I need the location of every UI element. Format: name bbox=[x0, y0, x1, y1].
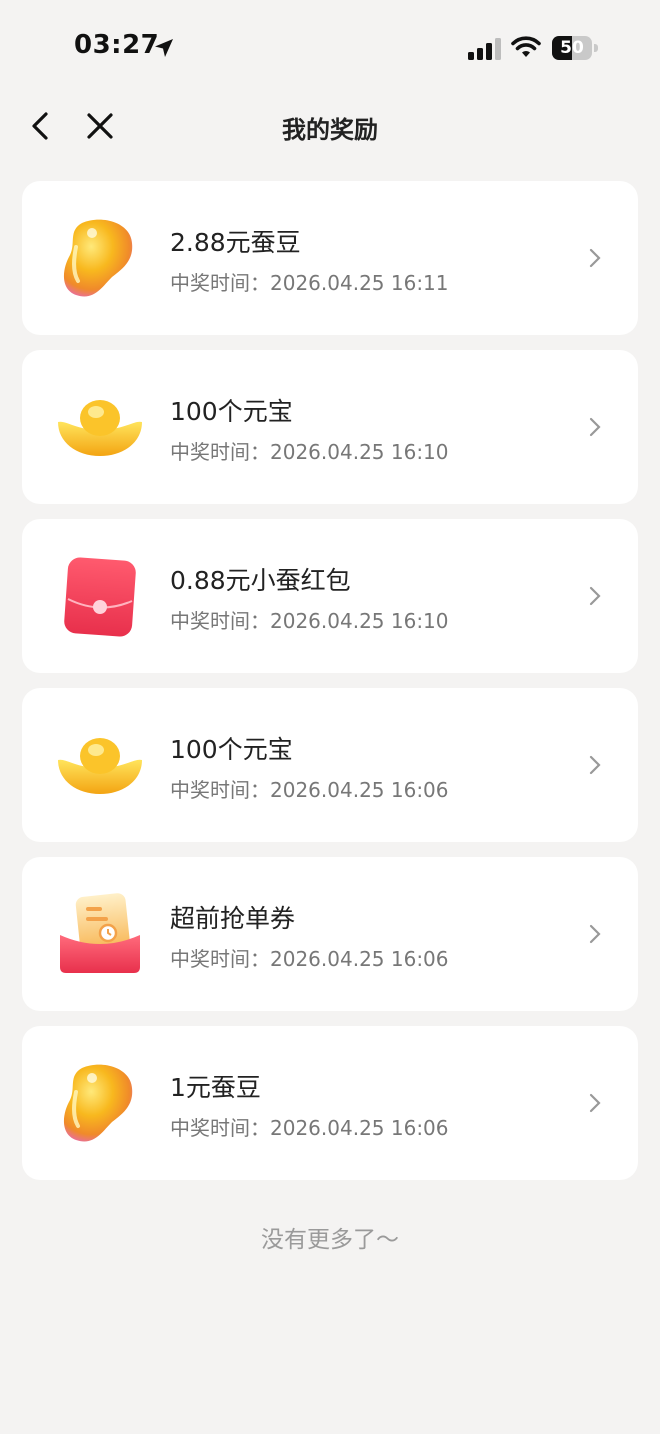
wifi-icon bbox=[511, 36, 541, 57]
reward-name: 100个元宝 bbox=[170, 735, 293, 764]
reward-name: 0.88元小蚕红包 bbox=[170, 566, 351, 595]
bean-icon bbox=[63, 1064, 133, 1142]
battery-level-text: 50 bbox=[560, 38, 584, 58]
reward-item[interactable]: 0.88元小蚕红包 中奖时间：2026.04.25 16:10 bbox=[22, 519, 638, 673]
page-title: 我的奖励 bbox=[282, 116, 378, 144]
gold-ingot-icon bbox=[58, 738, 142, 794]
bean-icon bbox=[63, 219, 133, 297]
chevron-right-icon bbox=[589, 924, 601, 944]
reward-time: 中奖时间：2026.04.25 16:11 bbox=[170, 271, 449, 295]
reward-item[interactable]: 2.88元蚕豆 中奖时间：2026.04.25 16:11 bbox=[22, 181, 638, 335]
status-bar: 03:27 50 bbox=[0, 0, 660, 96]
reward-item[interactable]: 1元蚕豆 中奖时间：2026.04.25 16:06 bbox=[22, 1026, 638, 1180]
reward-name: 1元蚕豆 bbox=[170, 1073, 261, 1102]
reward-list: 2.88元蚕豆 中奖时间：2026.04.25 16:11 100个元宝 中奖时… bbox=[22, 181, 638, 1195]
nav-bar: 我的奖励 bbox=[0, 96, 660, 158]
reward-name: 超前抢单券 bbox=[170, 904, 296, 933]
location-arrow-icon bbox=[155, 39, 173, 57]
chevron-right-icon bbox=[589, 755, 601, 775]
chevron-right-icon bbox=[589, 417, 601, 437]
reward-name: 100个元宝 bbox=[170, 397, 293, 426]
coupon-icon bbox=[60, 893, 140, 973]
reward-time: 中奖时间：2026.04.25 16:06 bbox=[170, 947, 449, 971]
reward-item[interactable]: 超前抢单券 中奖时间：2026.04.25 16:06 bbox=[22, 857, 638, 1011]
no-more-text: 没有更多了～ bbox=[261, 1227, 399, 1253]
reward-time: 中奖时间：2026.04.25 16:06 bbox=[170, 778, 449, 802]
reward-item[interactable]: 100个元宝 中奖时间：2026.04.25 16:10 bbox=[22, 350, 638, 504]
red-envelope-icon bbox=[64, 557, 136, 637]
reward-name: 2.88元蚕豆 bbox=[170, 228, 301, 257]
reward-time: 中奖时间：2026.04.25 16:10 bbox=[170, 440, 449, 464]
chevron-right-icon bbox=[589, 586, 601, 606]
gold-ingot-icon bbox=[58, 400, 142, 456]
chevron-right-icon bbox=[589, 1093, 601, 1113]
reward-time: 中奖时间：2026.04.25 16:06 bbox=[170, 1116, 449, 1140]
cellular-signal-icon bbox=[468, 38, 501, 60]
reward-item[interactable]: 100个元宝 中奖时间：2026.04.25 16:06 bbox=[22, 688, 638, 842]
battery-icon: 50 bbox=[552, 36, 598, 60]
chevron-right-icon bbox=[589, 248, 601, 268]
reward-time: 中奖时间：2026.04.25 16:10 bbox=[170, 609, 449, 633]
status-time: 03:27 bbox=[74, 30, 160, 60]
